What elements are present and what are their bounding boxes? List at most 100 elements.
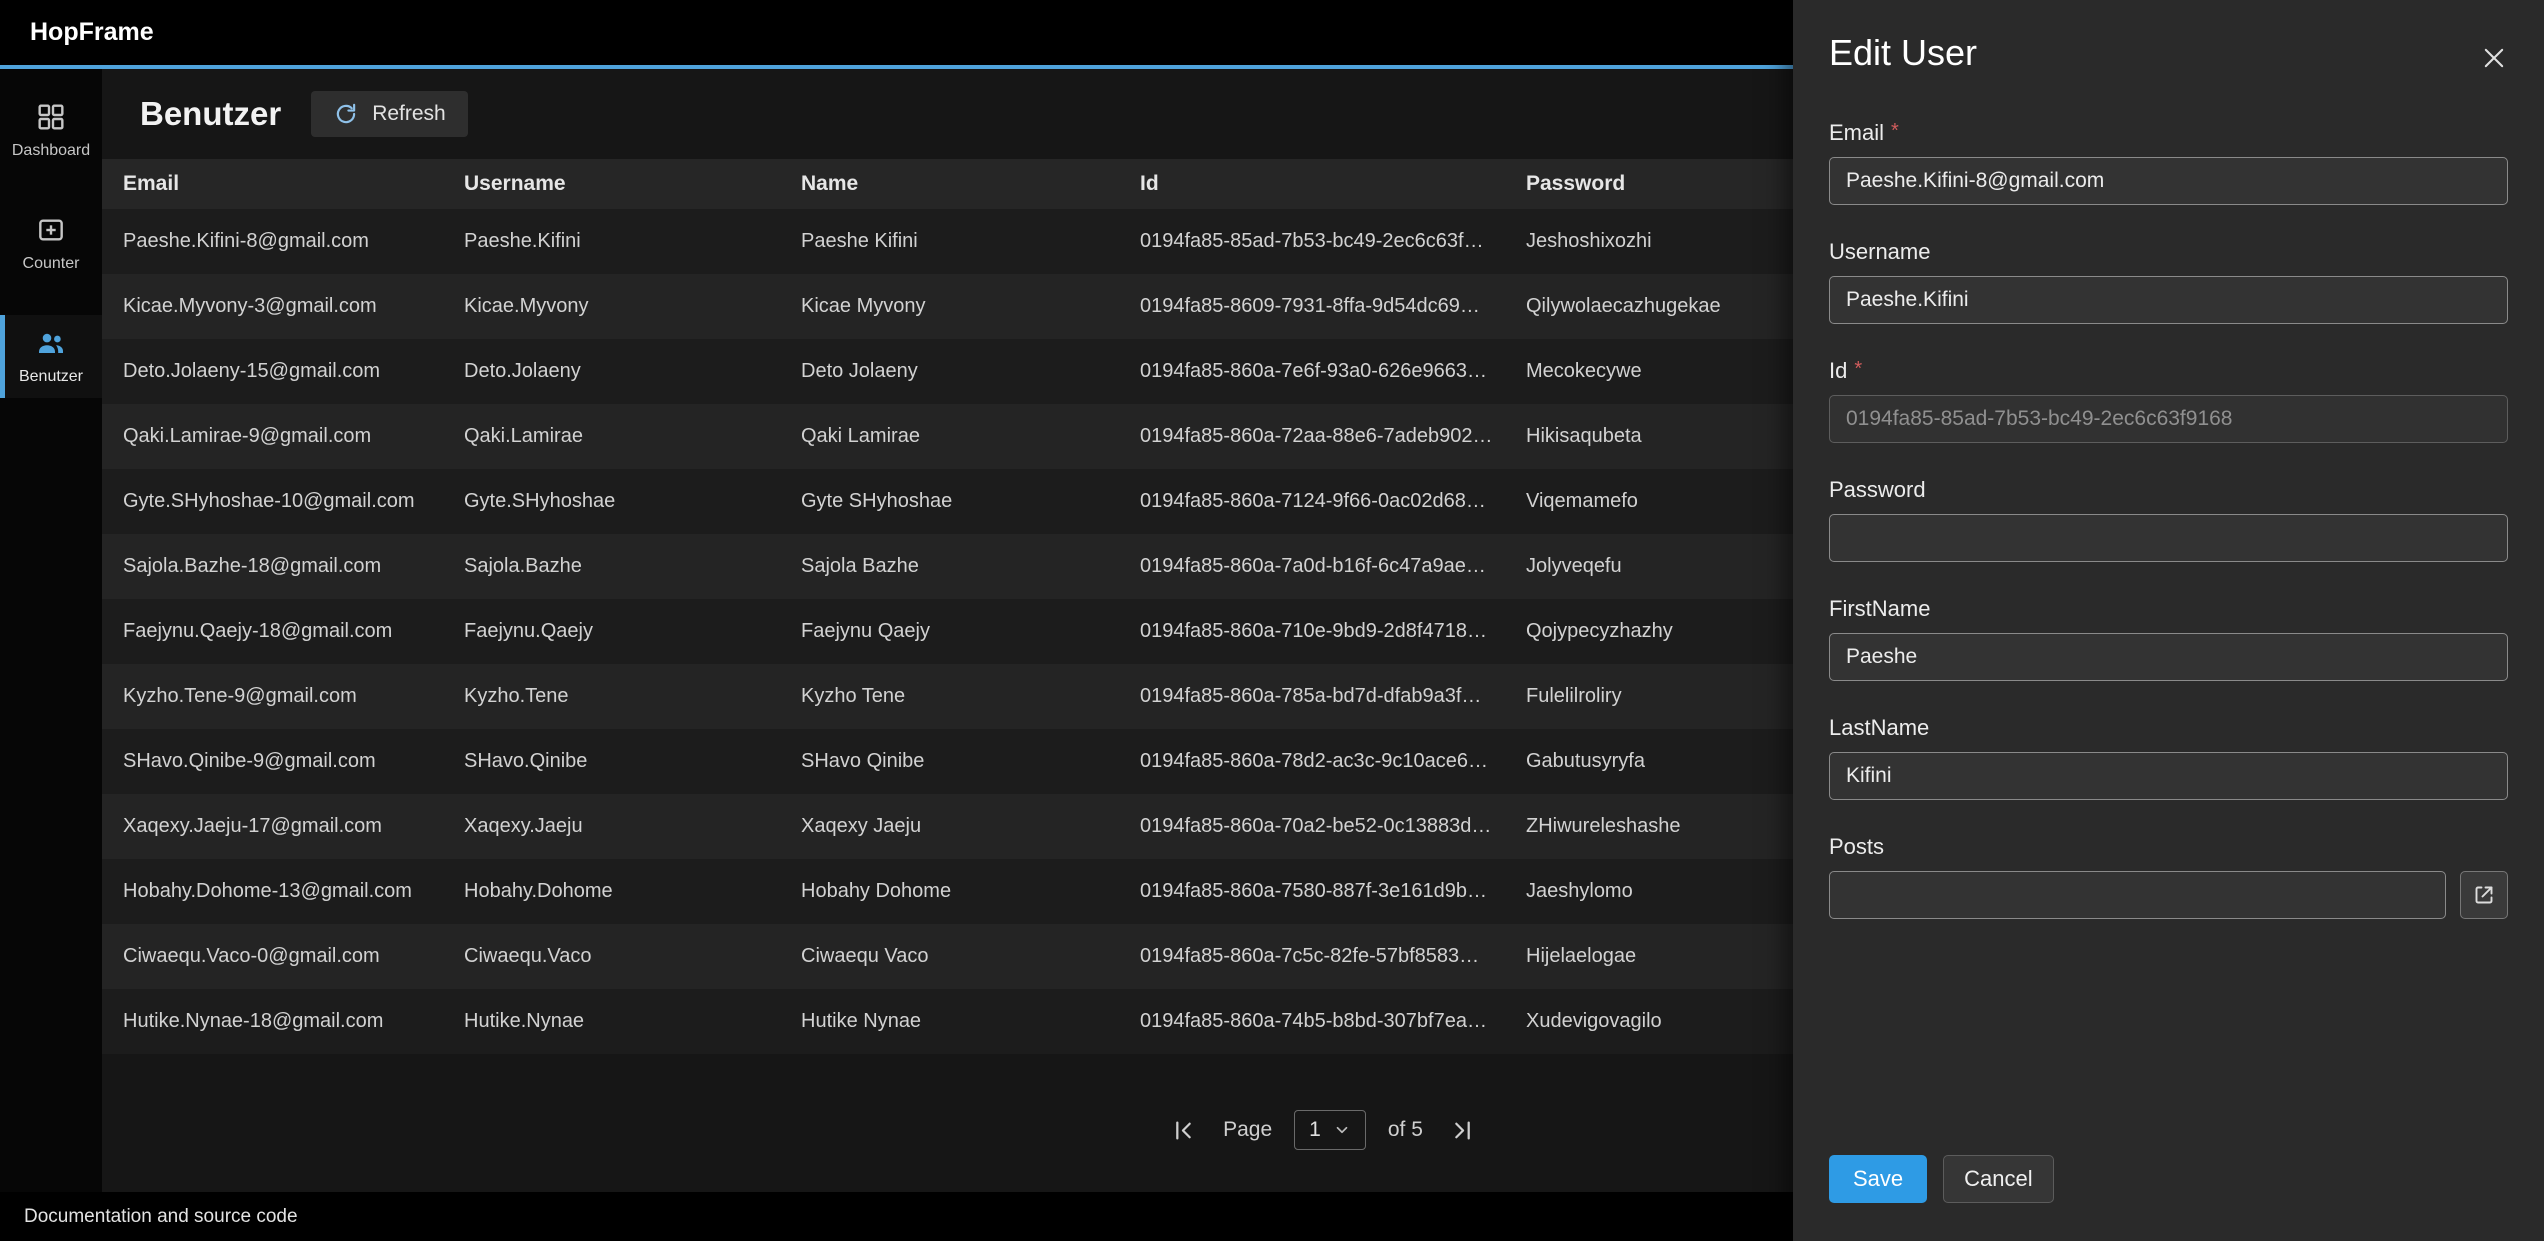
password-field[interactable]: [1829, 514, 2508, 562]
cell-id: 0194fa85-860a-70a2-be52-0c13883d…: [1119, 815, 1505, 838]
app-root: HopFrame Dashboard Counter Benutzer Benutz…: [0, 0, 2544, 1241]
field-group-email: Email*: [1829, 120, 2508, 205]
field-group-posts: Posts: [1829, 834, 2508, 919]
cell-name: Kyzho Tene: [780, 685, 1119, 708]
refresh-label: Refresh: [372, 102, 446, 126]
cell-id: 0194fa85-860a-74b5-b8bd-307bf7ea…: [1119, 1010, 1505, 1033]
cell-id: 0194fa85-860a-7a0d-b16f-6c47a9ae…: [1119, 555, 1505, 578]
drawer-title: Edit User: [1829, 32, 2508, 74]
cell-username: Paeshe.Kifini: [443, 230, 780, 253]
column-header-name: Name: [780, 172, 1119, 196]
sidebar-item-dashboard[interactable]: Dashboard: [0, 89, 102, 172]
sidebar-item-benutzer[interactable]: Benutzer: [0, 315, 102, 398]
field-label: Posts: [1829, 834, 2508, 860]
last-page-icon: [1449, 1117, 1476, 1144]
cell-name: Gyte SHyhoshae: [780, 490, 1119, 513]
posts-open-button[interactable]: [2460, 871, 2508, 919]
field-label: FirstName: [1829, 596, 2508, 622]
cell-email: Paeshe.Kifini-8@gmail.com: [102, 230, 443, 253]
first-page-icon: [1170, 1117, 1197, 1144]
cell-name: Xaqexy Jaeju: [780, 815, 1119, 838]
field-group-firstname: FirstName: [1829, 596, 2508, 681]
cell-email: SHavo.Qinibe-9@gmail.com: [102, 750, 443, 773]
field-label: Email*: [1829, 120, 2508, 146]
cell-email: Sajola.Bazhe-18@gmail.com: [102, 555, 443, 578]
page-select[interactable]: 1: [1294, 1110, 1366, 1150]
edit-user-drawer: Edit User Email* Username Id* Password First…: [1793, 0, 2544, 1241]
cell-email: Kicae.Myvony-3@gmail.com: [102, 295, 443, 318]
cell-username: Kicae.Myvony: [443, 295, 780, 318]
cell-name: Hobahy Dohome: [780, 880, 1119, 903]
cell-username: Hobahy.Dohome: [443, 880, 780, 903]
cell-username: Kyzho.Tene: [443, 685, 780, 708]
username-field[interactable]: [1829, 276, 2508, 324]
cell-username: Qaki.Lamirae: [443, 425, 780, 448]
cell-id: 0194fa85-860a-72aa-88e6-7adeb902…: [1119, 425, 1505, 448]
cell-id: 0194fa85-860a-7124-9f66-0ac02d68…: [1119, 490, 1505, 513]
field-label: Username: [1829, 239, 2508, 265]
cell-id: 0194fa85-860a-7c5c-82fe-57bf8583…: [1119, 945, 1505, 968]
cell-name: SHavo Qinibe: [780, 750, 1119, 773]
field-group-lastname: LastName: [1829, 715, 2508, 800]
cell-email: Qaki.Lamirae-9@gmail.com: [102, 425, 443, 448]
column-header-username: Username: [443, 172, 780, 196]
field-label: Password: [1829, 477, 2508, 503]
last-page-button[interactable]: [1445, 1113, 1480, 1148]
cell-id: 0194fa85-860a-78d2-ac3c-9c10ace6…: [1119, 750, 1505, 773]
field-label: Id*: [1829, 358, 2508, 384]
cell-email: Kyzho.Tene-9@gmail.com: [102, 685, 443, 708]
cell-id: 0194fa85-860a-785a-bd7d-dfab9a3f…: [1119, 685, 1505, 708]
cell-email: Deto.Jolaeny-15@gmail.com: [102, 360, 443, 383]
cell-name: Deto Jolaeny: [780, 360, 1119, 383]
field-group-password: Password: [1829, 477, 2508, 562]
cell-username: Deto.Jolaeny: [443, 360, 780, 383]
cell-email: Faejynu.Qaejy-18@gmail.com: [102, 620, 443, 643]
close-button[interactable]: [2476, 40, 2512, 79]
cell-username: Xaqexy.Jaeju: [443, 815, 780, 838]
cell-name: Ciwaequ Vaco: [780, 945, 1119, 968]
posts-field[interactable]: [1829, 871, 2446, 919]
lastname-field[interactable]: [1829, 752, 2508, 800]
sidebar-item-label: Counter: [23, 255, 80, 273]
first-page-button[interactable]: [1166, 1113, 1201, 1148]
cell-name: Hutike Nynae: [780, 1010, 1119, 1033]
cell-username: SHavo.Qinibe: [443, 750, 780, 773]
cell-username: Sajola.Bazhe: [443, 555, 780, 578]
cell-id: 0194fa85-85ad-7b53-bc49-2ec6c63f…: [1119, 230, 1505, 253]
page-title: Benutzer: [140, 95, 281, 133]
page-total-label: of 5: [1388, 1118, 1423, 1142]
cell-username: Gyte.SHyhoshae: [443, 490, 780, 513]
external-link-icon: [2472, 883, 2496, 907]
save-button[interactable]: Save: [1829, 1155, 1927, 1203]
close-icon: [2480, 44, 2508, 72]
sidebar-item-label: Dashboard: [12, 142, 90, 160]
column-header-id: Id: [1119, 172, 1505, 196]
column-header-email: Email: [102, 172, 443, 196]
sidebar-item-counter[interactable]: Counter: [0, 202, 102, 285]
posts-input-row: [1829, 871, 2508, 919]
cell-name: Faejynu Qaejy: [780, 620, 1119, 643]
cell-email: Hutike.Nynae-18@gmail.com: [102, 1010, 443, 1033]
sidebar: Dashboard Counter Benutzer: [0, 69, 102, 1192]
field-group-username: Username: [1829, 239, 2508, 324]
documentation-link[interactable]: Documentation and source code: [24, 1206, 298, 1228]
cell-username: Ciwaequ.Vaco: [443, 945, 780, 968]
cell-name: Qaki Lamirae: [780, 425, 1119, 448]
cell-username: Hutike.Nynae: [443, 1010, 780, 1033]
id-field: [1829, 395, 2508, 443]
cell-name: Paeshe Kifini: [780, 230, 1119, 253]
chevron-down-icon: [1333, 1121, 1351, 1139]
field-group-id: Id*: [1829, 358, 2508, 443]
cell-id: 0194fa85-860a-710e-9bd9-2d8f4718…: [1119, 620, 1505, 643]
cancel-button[interactable]: Cancel: [1943, 1155, 2053, 1203]
firstname-field[interactable]: [1829, 633, 2508, 681]
drawer-actions: Save Cancel: [1829, 1155, 2054, 1203]
email-field[interactable]: [1829, 157, 2508, 205]
required-marker: *: [1854, 358, 1862, 381]
app-title: HopFrame: [30, 18, 154, 47]
drawer-fields: Email* Username Id* Password FirstName LastNa…: [1829, 120, 2508, 919]
cell-email: Hobahy.Dohome-13@gmail.com: [102, 880, 443, 903]
cell-username: Faejynu.Qaejy: [443, 620, 780, 643]
refresh-icon: [333, 101, 359, 127]
refresh-button[interactable]: Refresh: [311, 91, 468, 137]
